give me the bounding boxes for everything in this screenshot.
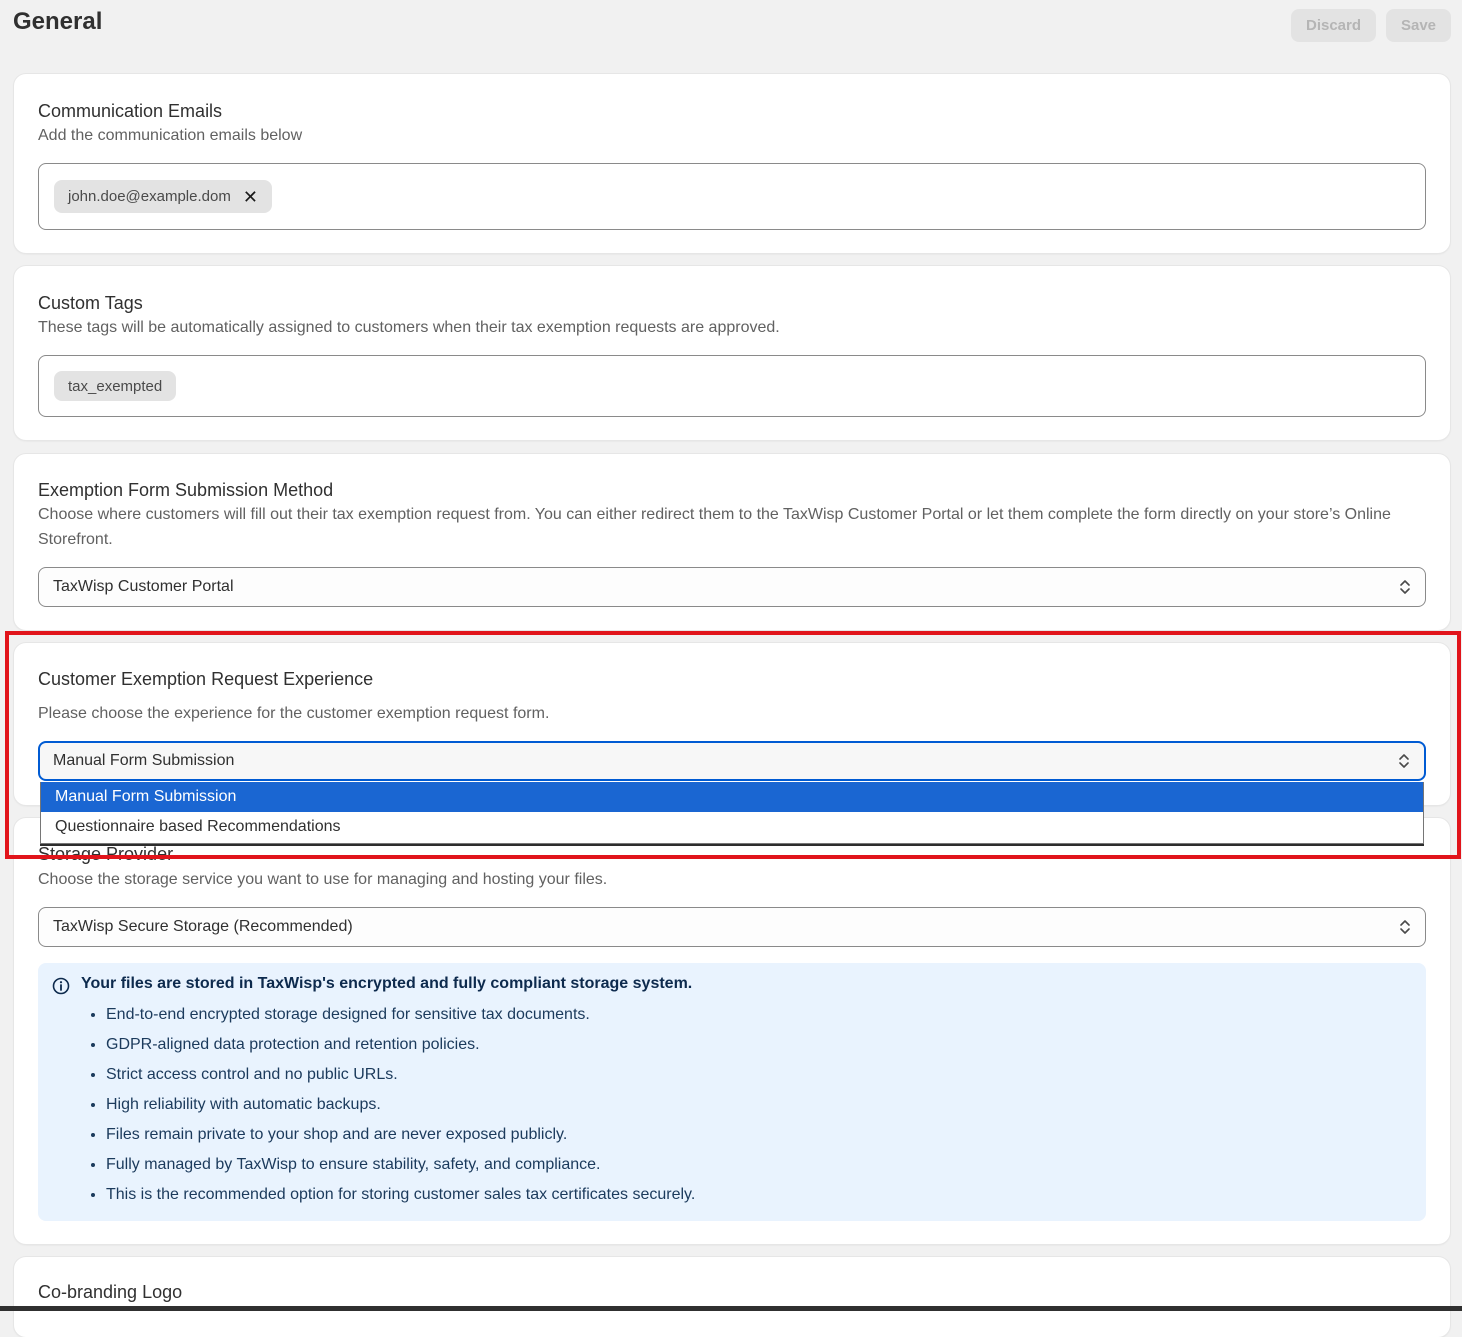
storage-info-banner: Your files are stored in TaxWisp's encry… [38,963,1426,1221]
email-chip-label: john.doe@example.dom [68,188,231,205]
page-title: General [13,8,103,35]
storage-provider-card: Storage Provider Choose the storage serv… [14,818,1450,1244]
save-button[interactable]: Save [1386,9,1451,42]
storage-provider-value: TaxWisp Secure Storage (Recommended) [53,918,353,935]
submission-method-value: TaxWisp Customer Portal [53,578,234,595]
custom-tags-card: Custom Tags These tags will be automatic… [14,266,1450,440]
discard-button[interactable]: Discard [1291,9,1376,42]
storage-provider-description: Choose the storage service you want to u… [38,871,608,888]
storage-provider-select[interactable]: TaxWisp Secure Storage (Recommended) [38,907,1426,947]
email-chip: john.doe@example.dom ✕ [54,180,272,213]
list-item: Files remain private to your shop and ar… [106,1120,695,1150]
highlight-annotation [5,631,1461,859]
communication-emails-title: Communication Emails [38,101,223,121]
tag-chip: tax_exempted [54,371,177,401]
chevron-up-down-icon [1400,580,1410,594]
list-item: Fully managed by TaxWisp to ensure stabi… [106,1150,695,1180]
list-item: Strict access control and no public URLs… [106,1060,695,1090]
chevron-up-down-icon [1400,920,1410,934]
close-icon[interactable]: ✕ [243,188,258,206]
storage-info-list: End-to-end encrypted storage designed fo… [82,1000,695,1210]
custom-tags-description: These tags will be automatically assigne… [38,319,780,336]
cobranding-title: Co-branding Logo [38,1282,183,1302]
list-item: GDPR-aligned data protection and retenti… [106,1030,695,1060]
storage-info-heading: Your files are stored in TaxWisp's encry… [81,975,693,992]
submission-method-description: Choose where customers will fill out the… [38,506,1391,548]
communication-emails-card: Communication Emails Add the communicati… [14,74,1450,253]
submission-method-select[interactable]: TaxWisp Customer Portal [38,567,1426,607]
list-item: End-to-end encrypted storage designed fo… [106,1000,695,1030]
custom-tags-title: Custom Tags [38,293,143,313]
submission-method-card: Exemption Form Submission Method Choose … [14,454,1450,630]
cobranding-card: Co-branding Logo [14,1257,1450,1337]
submission-method-title: Exemption Form Submission Method [38,480,334,500]
tag-chip-label: tax_exempted [68,377,163,395]
email-tags-input[interactable]: john.doe@example.dom ✕ [38,163,1426,230]
info-icon [52,977,70,995]
list-item: This is the recommended option for stori… [106,1180,695,1210]
custom-tags-input[interactable]: tax_exempted [38,355,1426,417]
bottom-bar [0,1306,1462,1311]
communication-emails-description: Add the communication emails below [38,127,303,144]
list-item: High reliability with automatic backups. [106,1090,695,1120]
